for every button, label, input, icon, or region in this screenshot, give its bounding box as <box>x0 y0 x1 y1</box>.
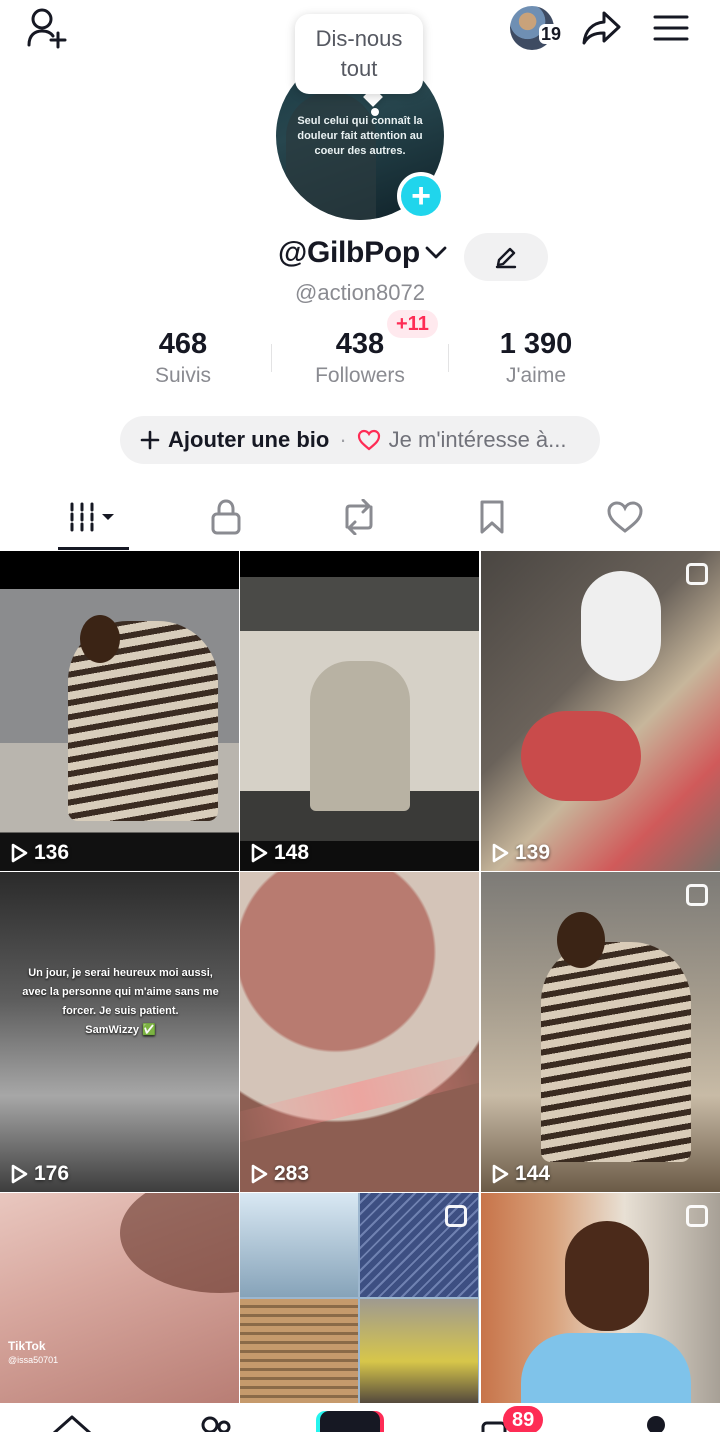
chevron-down-icon <box>425 246 447 259</box>
interests-link[interactable]: Je m'intéresse à... <box>389 427 567 453</box>
view-count: 144 <box>491 1162 550 1186</box>
tab-reposts[interactable] <box>292 486 426 548</box>
add-story-button[interactable]: + <box>397 172 445 220</box>
video-caption-overlay: Un jour, je serai heureux moi aussi, ave… <box>22 967 219 1036</box>
view-count: 148 <box>250 841 309 865</box>
share-profile-button[interactable] <box>578 6 624 50</box>
plus-icon <box>140 430 160 450</box>
content-tabs <box>0 486 720 550</box>
likes-count: 1 390 <box>499 328 573 360</box>
add-user-icon <box>27 8 67 49</box>
tooltip-text: Dis-nous tout <box>315 26 403 81</box>
play-icon <box>492 843 509 863</box>
view-count: 136 <box>10 841 69 865</box>
view-count: 283 <box>250 1162 309 1186</box>
edit-profile-button[interactable] <box>464 233 548 281</box>
photo-carousel-icon <box>445 1205 467 1227</box>
play-icon <box>251 843 268 863</box>
bio-pill[interactable]: Ajouter une bio · Je m'intéresse à... <box>120 416 600 464</box>
share-icon <box>582 11 621 45</box>
video-thumbnail[interactable]: 144 <box>481 872 720 1192</box>
video-thumbnail[interactable] <box>240 1193 479 1405</box>
nav-create[interactable] <box>320 1411 380 1432</box>
nav-friends[interactable] <box>186 1411 246 1432</box>
add-friend-button[interactable] <box>24 6 72 50</box>
tab-private[interactable] <box>159 486 293 548</box>
plus-icon: + <box>411 177 431 215</box>
create-plus-icon <box>320 1411 380 1432</box>
photo-carousel-icon <box>686 563 708 585</box>
profile-icon <box>647 1416 665 1432</box>
video-thumbnail[interactable]: 136 <box>0 551 239 871</box>
view-count: 139 <box>491 841 550 865</box>
stat-following[interactable]: 468 Suivis <box>93 326 273 390</box>
photo-carousel-icon <box>686 1205 708 1227</box>
inbox-badge: 89 <box>503 1406 544 1432</box>
username: @action8072 <box>295 280 425 305</box>
play-icon <box>11 843 28 863</box>
play-icon <box>492 1164 509 1184</box>
videos-grid-icon <box>70 502 114 532</box>
heart-icon <box>357 429 380 451</box>
nav-home[interactable] <box>42 1411 102 1432</box>
play-icon <box>251 1164 268 1184</box>
video-thumbnail[interactable]: 283 <box>240 872 479 1192</box>
followers-count: 438 <box>335 328 385 360</box>
video-grid: 136 148 139 Un jour, je serai heureux mo… <box>0 551 720 1405</box>
tooltip-dot <box>371 108 379 116</box>
video-thumbnail[interactable] <box>481 1193 720 1405</box>
profile-photo-quote: Seul celui qui connaît la douleur fait a… <box>297 115 423 157</box>
video-thumbnail[interactable]: TikTok @issa50701 <box>0 1193 239 1405</box>
play-icon <box>11 1164 28 1184</box>
active-tab-indicator <box>58 547 129 550</box>
tab-videos[interactable] <box>27 486 161 548</box>
hamburger-menu-icon <box>653 15 689 41</box>
stat-followers[interactable]: 438 Followers <box>270 326 450 390</box>
following-count: 468 <box>158 328 208 360</box>
tab-saved[interactable] <box>425 486 559 548</box>
bio-separator: · <box>339 427 347 452</box>
tiktok-watermark: TikTok @issa50701 <box>8 1339 59 1365</box>
stat-likes[interactable]: 1 390 J'aime <box>446 326 626 390</box>
tell-us-tooltip[interactable]: Dis-nous tout <box>295 14 423 94</box>
tab-liked[interactable] <box>558 486 692 548</box>
nav-profile[interactable] <box>618 1411 678 1432</box>
heart-icon <box>607 501 643 533</box>
video-thumbnail[interactable]: 148 <box>240 551 479 871</box>
display-name[interactable]: @GilbPop <box>278 236 448 270</box>
video-thumbnail[interactable]: 139 <box>481 551 720 871</box>
following-label: Suivis <box>154 364 212 387</box>
bookmark-icon <box>480 500 504 534</box>
view-count: 176 <box>10 1162 69 1186</box>
menu-button[interactable] <box>648 6 694 50</box>
home-icon <box>53 1415 91 1432</box>
bottom-navigation <box>0 1403 720 1432</box>
add-bio-link[interactable]: Ajouter une bio <box>168 427 329 453</box>
repost-icon <box>345 499 373 535</box>
photo-carousel-icon <box>686 884 708 906</box>
pencil-icon <box>495 247 517 269</box>
following-count-badge: 19 <box>539 24 564 44</box>
lock-icon <box>211 499 241 535</box>
video-thumbnail[interactable]: Un jour, je serai heureux moi aussi, ave… <box>0 872 239 1192</box>
likes-label: J'aime <box>505 364 567 387</box>
friends-icon <box>201 1416 231 1432</box>
followers-label: Followers <box>315 364 405 387</box>
